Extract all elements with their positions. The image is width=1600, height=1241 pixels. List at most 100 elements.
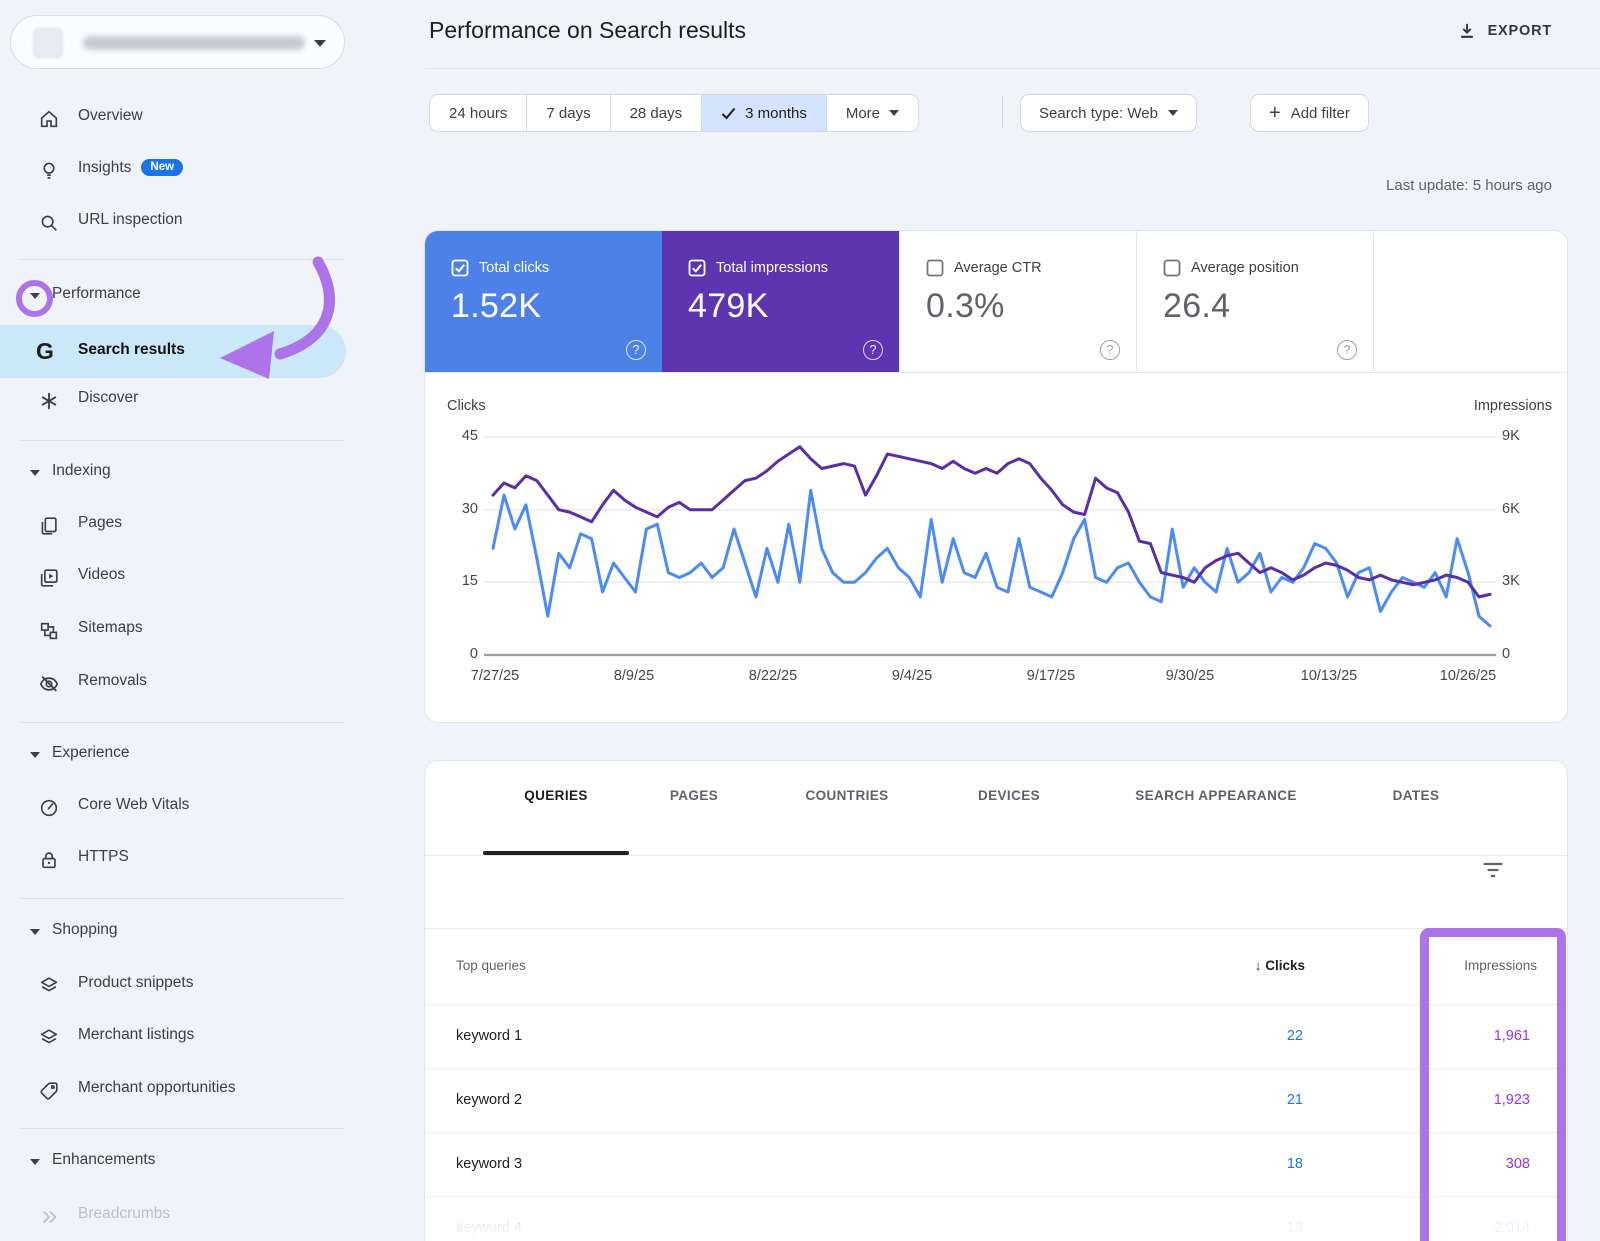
sidebar-divider (20, 722, 345, 723)
tab-dates[interactable]: DATES (1393, 788, 1440, 803)
empty-metric-tile (1373, 231, 1567, 372)
home-icon (38, 108, 60, 130)
sidebar-divider (20, 1128, 345, 1129)
property-selector[interactable] (10, 15, 345, 69)
range-28-days[interactable]: 28 days (611, 95, 703, 131)
date-range-group: 24 hours 7 days 28 days 3 months More (429, 94, 919, 132)
gauge-icon (38, 797, 60, 819)
sidebar-item-label: URL inspection (78, 211, 183, 229)
page-title: Performance on Search results (429, 17, 746, 44)
column-header-clicks-sorted[interactable]: ↓ Clicks (1200, 958, 1305, 973)
sidebar-section-experience[interactable]: Experience (0, 735, 346, 775)
sidebar-section-enhancements[interactable]: Enhancements (0, 1142, 346, 1182)
metric-value: 26.4 (1163, 287, 1373, 326)
export-label: EXPORT (1488, 23, 1552, 39)
help-icon[interactable]: ? (1100, 340, 1120, 360)
chevron-down-icon (30, 1159, 40, 1165)
checkbox-unchecked-icon (1163, 259, 1181, 277)
help-icon[interactable]: ? (863, 340, 883, 360)
export-button[interactable]: EXPORT (1457, 18, 1552, 44)
bottom-fade (425, 1185, 1567, 1241)
clicks-cell: 21 (1223, 1092, 1303, 1108)
clicks-cell: 22 (1223, 1028, 1303, 1044)
annotation-arrow (180, 220, 370, 395)
search-type-dropdown[interactable]: Search type: Web (1020, 94, 1197, 132)
average-ctr-tile[interactable]: Average CTR 0.3% ? (899, 231, 1136, 372)
sidebar-section-label: Experience (52, 744, 130, 762)
sidebar-item-label: Discover (78, 389, 138, 407)
sidebar-item-insights[interactable]: Insights New (0, 150, 346, 190)
range-3-months-selected[interactable]: 3 months (702, 95, 827, 131)
sidebar-item-breadcrumbs[interactable]: Breadcrumbs (0, 1196, 346, 1236)
lightbulb-icon (38, 160, 60, 182)
sidebar-item-merchant-listings[interactable]: Merchant listings (0, 1017, 346, 1057)
sidebar-item-label: HTTPS (78, 848, 129, 866)
performance-line-chart[interactable] (424, 374, 1568, 723)
add-filter-button[interactable]: + Add filter (1250, 94, 1369, 132)
tab-queries[interactable]: QUERIES (524, 788, 588, 803)
range-label: 3 months (745, 105, 807, 122)
tab-pages[interactable]: PAGES (670, 788, 718, 803)
search-console-page: Overview Insights New URL inspection Perf… (0, 0, 1600, 1241)
help-icon[interactable]: ? (1337, 340, 1357, 360)
dimensions-table-card (424, 760, 1568, 1241)
discover-asterisk-icon (38, 390, 60, 412)
query-cell[interactable]: keyword 2 (456, 1092, 522, 1108)
plus-icon: + (1269, 103, 1281, 123)
header-divider (425, 68, 1600, 69)
tab-devices[interactable]: DEVICES (978, 788, 1040, 803)
range-more[interactable]: More (827, 95, 918, 131)
download-icon (1457, 21, 1477, 41)
sidebar-item-videos[interactable]: Videos (0, 557, 346, 597)
search-icon (38, 212, 60, 234)
range-24-hours[interactable]: 24 hours (430, 95, 527, 131)
video-library-icon (38, 567, 60, 589)
tag-icon (38, 1080, 60, 1102)
sitemap-tree-icon (38, 620, 60, 642)
sidebar-item-pages[interactable]: Pages (0, 505, 346, 545)
annotation-circle (16, 280, 53, 317)
pages-copy-icon (38, 515, 60, 537)
sidebar-item-label: Sitemaps (78, 619, 143, 637)
metric-value: 0.3% (926, 287, 1136, 326)
sidebar-item-label: Pages (78, 514, 122, 532)
sidebar-item-removals[interactable]: Removals (0, 663, 346, 703)
checkbox-checked-icon (688, 259, 706, 277)
tab-countries[interactable]: COUNTRIES (805, 788, 888, 803)
chevron-down-icon (30, 752, 40, 758)
range-7-days[interactable]: 7 days (527, 95, 610, 131)
sidebar-item-overview[interactable]: Overview (0, 98, 346, 138)
sidebar-section-indexing[interactable]: Indexing (0, 453, 346, 493)
search-type-label: Search type: Web (1039, 105, 1158, 122)
sidebar-item-label: Merchant listings (78, 1026, 194, 1044)
sidebar-item-core-web-vitals[interactable]: Core Web Vitals (0, 787, 346, 827)
filter-icon[interactable] (1481, 858, 1505, 882)
tab-search-appearance[interactable]: SEARCH APPEARANCE (1135, 788, 1297, 803)
eye-off-icon (38, 673, 60, 695)
sidebar-section-shopping[interactable]: Shopping (0, 912, 346, 952)
total-impressions-tile[interactable]: Total impressions 479K ? (662, 231, 899, 372)
sidebar-divider (20, 898, 345, 899)
check-icon (721, 107, 736, 120)
metric-label: Average CTR (954, 260, 1042, 276)
breadcrumb-chevron-icon (38, 1206, 60, 1228)
average-position-tile[interactable]: Average position 26.4 ? (1136, 231, 1373, 372)
sidebar-item-sitemaps[interactable]: Sitemaps (0, 610, 346, 650)
query-cell[interactable]: keyword 3 (456, 1156, 522, 1172)
sidebar-section-label: Enhancements (52, 1151, 155, 1169)
property-avatar (33, 28, 63, 58)
new-badge: New (141, 159, 183, 176)
sidebar-item-https[interactable]: HTTPS (0, 839, 346, 879)
sidebar-item-label: Merchant opportunities (78, 1079, 236, 1097)
table-divider (425, 928, 1567, 929)
total-clicks-tile[interactable]: Total clicks 1.52K ? (425, 231, 662, 372)
sidebar-item-label: Insights (78, 159, 131, 176)
sidebar-item-product-snippets[interactable]: Product snippets (0, 965, 346, 1005)
sidebar-item-merchant-opportunities[interactable]: Merchant opportunities (0, 1070, 346, 1110)
sidebar-section-label: Indexing (52, 462, 111, 480)
help-icon[interactable]: ? (626, 340, 646, 360)
sidebar-item-label: Removals (78, 672, 147, 690)
query-cell[interactable]: keyword 1 (456, 1028, 522, 1044)
metric-value: 479K (688, 287, 899, 326)
sidebar-item-label: Overview (78, 107, 143, 125)
